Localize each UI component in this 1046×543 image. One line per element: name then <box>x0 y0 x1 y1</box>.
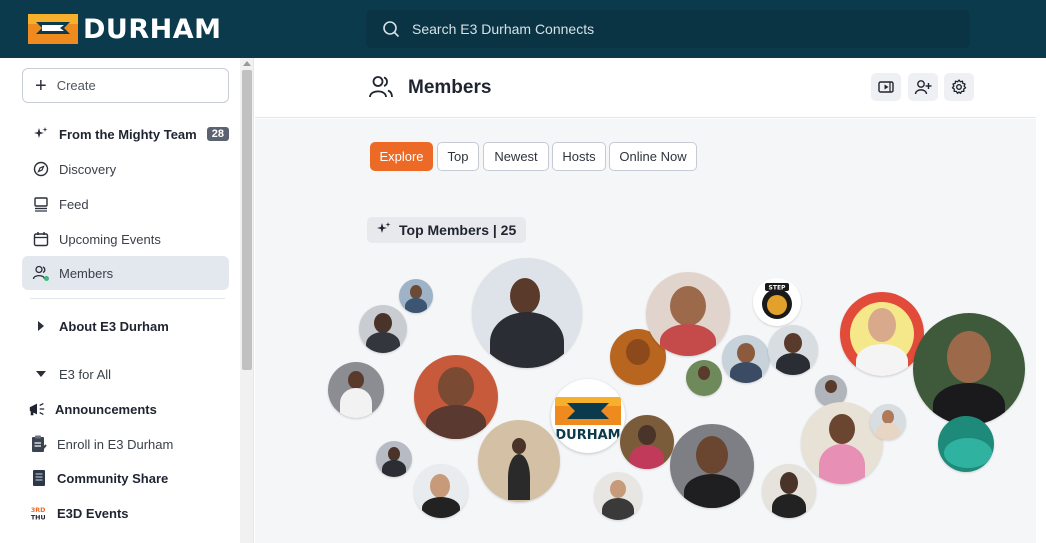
sidebar-item-from-the-mighty-team[interactable]: From the Mighty Team 28 <box>22 117 229 151</box>
sidebar-item-e3d-events[interactable]: 3RD THU E3D Events <box>22 496 229 530</box>
member-avatar[interactable] <box>399 279 433 313</box>
add-user-icon <box>914 80 932 95</box>
book-icon <box>30 469 48 487</box>
members-icon <box>32 264 50 282</box>
top-members-text: Top Members | 25 <box>399 222 517 238</box>
e3-logo-icon <box>28 14 78 44</box>
tab-top[interactable]: Top <box>437 142 479 171</box>
svg-text:3RD: 3RD <box>31 507 45 514</box>
sidebar-item-label: About E3 Durham <box>59 318 169 334</box>
logo-text: DURHAM <box>83 13 222 45</box>
count-badge: 28 <box>206 127 229 141</box>
sidebar-item-enroll[interactable]: Enroll in E3 Durham <box>22 427 229 461</box>
member-avatar[interactable] <box>376 441 412 477</box>
search-icon <box>383 21 400 38</box>
lion-badge-text: STEP <box>769 285 787 292</box>
video-button[interactable] <box>871 73 901 101</box>
sidebar-item-label: Discovery <box>59 161 117 177</box>
durham-logo-text: DURHAM <box>555 428 620 443</box>
sidebar-item-label: Members <box>59 265 114 281</box>
member-avatar[interactable] <box>472 258 582 368</box>
sparkle-icon <box>32 125 50 143</box>
create-button[interactable]: + Create <box>22 68 229 103</box>
sidebar-scroll-thumb[interactable] <box>242 70 252 370</box>
member-avatar[interactable] <box>722 335 770 383</box>
video-icon <box>878 81 894 93</box>
settings-button[interactable] <box>944 73 974 101</box>
search-input[interactable]: Search E3 Durham Connects <box>412 21 594 37</box>
member-avatar[interactable] <box>870 404 906 440</box>
sidebar-item-feed[interactable]: Feed <box>22 187 229 221</box>
member-avatar[interactable] <box>414 464 468 518</box>
clipboard-icon <box>30 435 48 453</box>
member-avatar[interactable] <box>414 355 498 439</box>
member-avatar[interactable] <box>594 472 642 520</box>
events-logo-icon: 3RD THU <box>30 504 48 522</box>
brand-logo[interactable]: DURHAM <box>28 12 222 46</box>
tab-online-now[interactable]: Online Now <box>609 142 697 171</box>
member-avatar[interactable] <box>620 415 674 469</box>
member-avatar[interactable] <box>762 464 816 518</box>
right-edge <box>1036 58 1046 543</box>
search-bar[interactable]: Search E3 Durham Connects <box>366 10 970 48</box>
member-avatar[interactable] <box>670 424 754 508</box>
invite-member-button[interactable] <box>908 73 938 101</box>
lion-logo-icon: STEP <box>762 283 792 319</box>
megaphone-icon <box>28 400 46 418</box>
tab-hosts[interactable]: Hosts <box>552 142 606 171</box>
sidebar-divider <box>30 298 225 299</box>
lion-logo-avatar[interactable]: STEP <box>753 278 801 326</box>
member-avatar[interactable] <box>478 420 560 502</box>
member-avatar[interactable] <box>913 313 1025 425</box>
caret-right-icon <box>32 317 50 335</box>
create-label: Create <box>56 78 96 93</box>
feed-icon <box>32 195 50 213</box>
top-members-label: Top Members | 25 <box>367 217 527 243</box>
member-avatar[interactable] <box>686 360 722 396</box>
sidebar-item-label: From the Mighty Team <box>59 126 197 142</box>
scroll-up-arrow-icon[interactable] <box>243 61 251 66</box>
svg-text:THU: THU <box>31 514 46 521</box>
sidebar-item-label: Community Share <box>57 470 169 486</box>
tab-newest[interactable]: Newest <box>483 142 549 171</box>
sidebar-item-label: Enroll in E3 Durham <box>57 436 174 452</box>
sidebar-item-label: Upcoming Events <box>59 231 161 247</box>
sidebar-item-label: Feed <box>59 196 89 212</box>
sidebar-item-e3-for-all[interactable]: E3 for All <box>22 357 229 391</box>
plus-icon: + <box>35 74 47 97</box>
sidebar-item-label: Announcements <box>55 401 157 417</box>
members-title-icon <box>369 76 393 98</box>
sparkle-icon <box>377 221 391 239</box>
sidebar-item-upcoming-events[interactable]: Upcoming Events <box>22 222 229 256</box>
member-avatar[interactable] <box>840 292 924 376</box>
sidebar-item-label: E3 for All <box>59 366 112 382</box>
sidebar-item-announcements[interactable]: Announcements <box>22 392 229 426</box>
page-title: Members <box>408 77 492 98</box>
sidebar-item-members[interactable]: Members <box>22 256 229 290</box>
member-avatar[interactable] <box>768 325 818 375</box>
sidebar-item-label: E3D Events <box>57 505 129 521</box>
gear-icon <box>951 79 967 95</box>
member-avatar[interactable] <box>938 416 994 472</box>
durham-logo-avatar[interactable]: DURHAM <box>551 379 625 453</box>
compass-icon <box>32 160 50 178</box>
durham-logo-icon: DURHAM <box>555 397 621 443</box>
sidebar-item-community-share[interactable]: Community Share <box>22 461 229 495</box>
sidebar-item-discovery[interactable]: Discovery <box>22 152 229 186</box>
tab-explore[interactable]: Explore <box>370 142 433 171</box>
member-avatar[interactable] <box>646 272 730 356</box>
caret-down-icon <box>32 365 50 383</box>
calendar-icon <box>32 230 50 248</box>
member-avatar[interactable] <box>328 362 384 418</box>
sidebar-item-about-e3-durham[interactable]: About E3 Durham <box>22 309 229 343</box>
member-avatar[interactable] <box>359 305 407 353</box>
